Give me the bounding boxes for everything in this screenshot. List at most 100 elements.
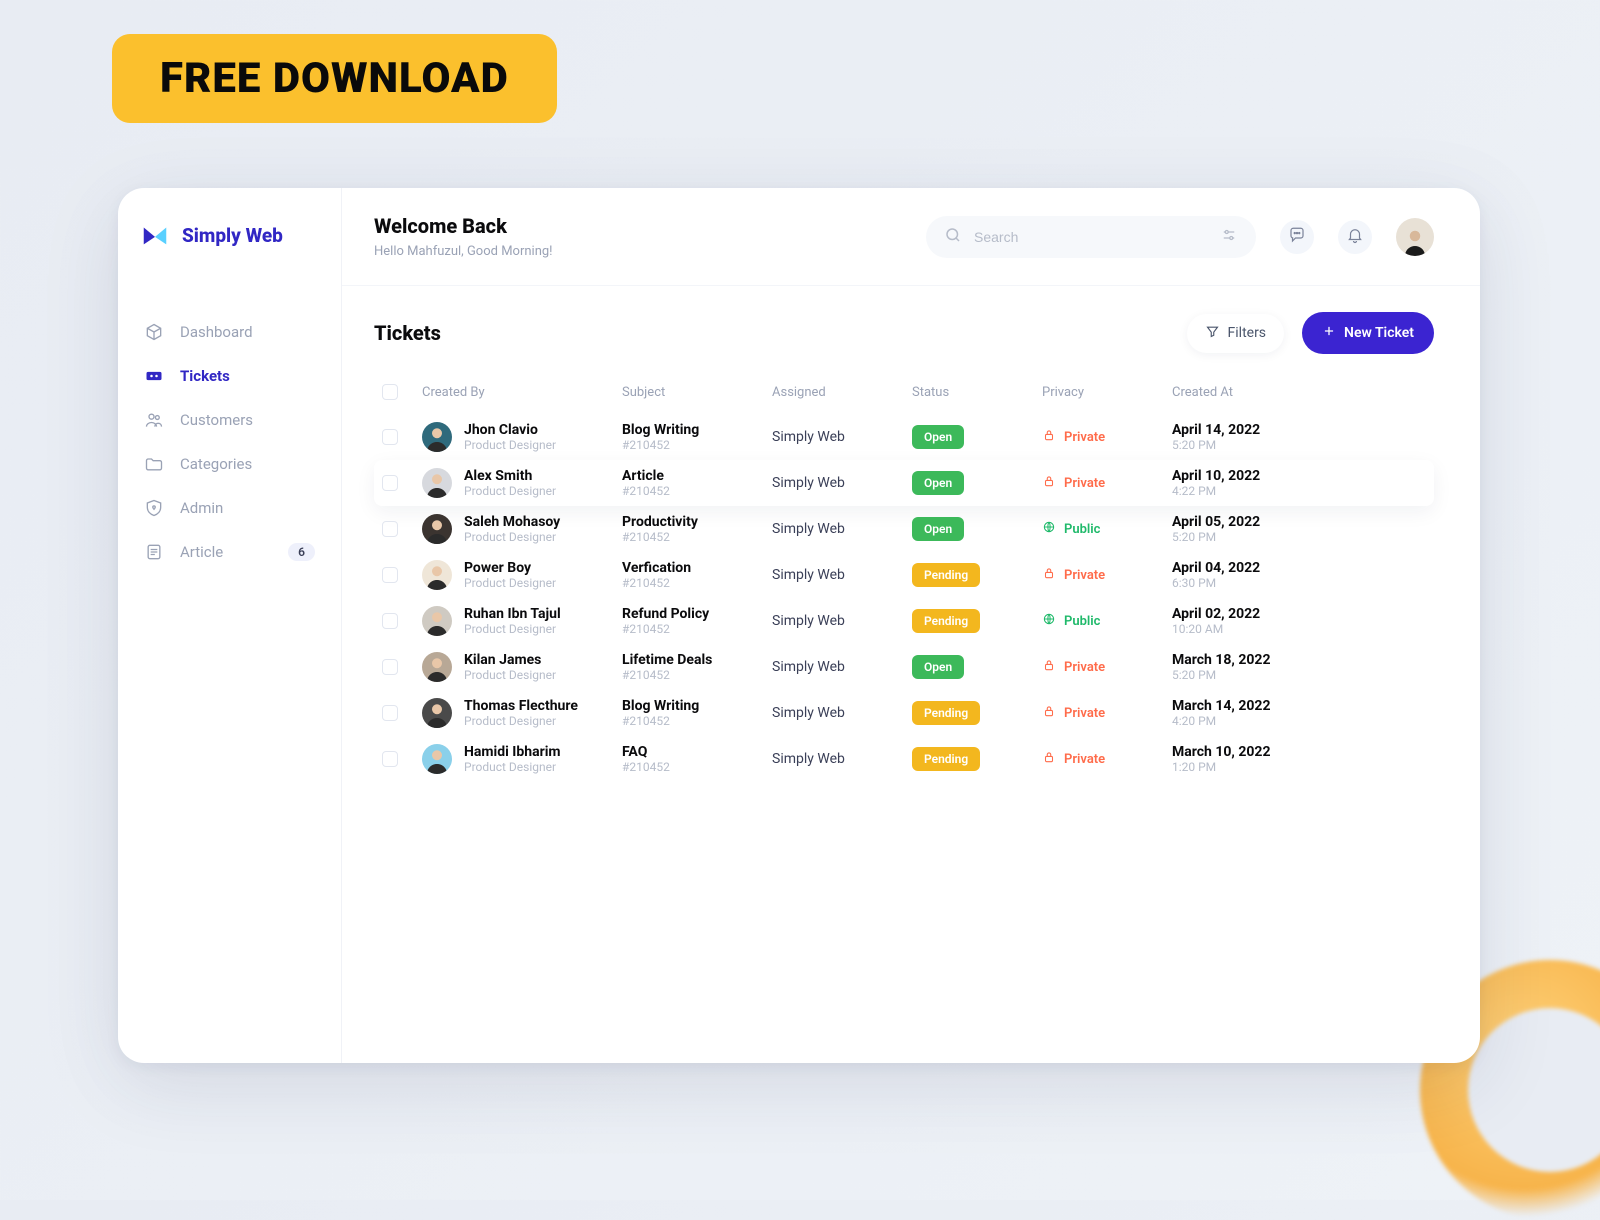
creator-role: Product Designer [464,484,556,498]
row-checkbox[interactable] [382,521,398,537]
subject-title: Lifetime Deals [622,652,772,668]
assigned-value: Simply Web [772,429,912,445]
chat-button[interactable] [1280,220,1314,254]
created-date: March 14, 2022 [1172,698,1426,714]
sidebar-item-label: Dashboard [180,323,253,341]
subject-title: Refund Policy [622,606,772,622]
sidebar-item-article[interactable]: Article 6 [140,530,319,574]
assigned-value: Simply Web [772,521,912,537]
app-frame: Simply Web Dashboard Tickets Customers C… [118,188,1480,1063]
row-checkbox[interactable] [382,659,398,675]
row-checkbox[interactable] [382,751,398,767]
filters-button[interactable]: Filters [1187,314,1285,353]
subject-id: #210452 [622,576,772,590]
created-time: 10:20 AM [1172,622,1426,636]
sidebar: Simply Web Dashboard Tickets Customers C… [118,188,342,1063]
subject-title: Verfication [622,560,772,576]
privacy-value: Private [1042,428,1172,446]
assigned-value: Simply Web [772,613,912,629]
status-badge: Pending [912,563,980,587]
header: Welcome Back Hello Mahfuzul, Good Mornin… [342,188,1480,286]
notifications-button[interactable] [1338,220,1372,254]
select-all-checkbox[interactable] [382,384,398,400]
status-badge: Pending [912,609,980,633]
subject-id: #210452 [622,530,772,544]
row-checkbox[interactable] [382,429,398,445]
table-row[interactable]: Power BoyProduct Designer Verfication#210… [374,552,1434,598]
table-row[interactable]: Kilan JamesProduct DesignerLifetime Deal… [374,644,1434,690]
table-row[interactable]: Ruhan Ibn TajulProduct DesignerRefund Po… [374,598,1434,644]
lock-icon [1042,750,1056,768]
main: Welcome Back Hello Mahfuzul, Good Mornin… [342,188,1480,1063]
document-icon [144,542,164,562]
sidebar-item-label: Article [180,543,223,561]
table-header: Created By Subject Assigned Status Priva… [374,370,1434,414]
sidebar-item-customers[interactable]: Customers [140,398,319,442]
creator-avatar [422,744,452,774]
sidebar-item-admin[interactable]: Admin [140,486,319,530]
table-row[interactable]: Hamidi IbharimProduct DesignerFAQ#210452… [374,736,1434,782]
status-badge: Open [912,471,964,495]
col-assigned[interactable]: Assigned [772,385,912,400]
creator-name: Jhon Clavio [464,422,556,438]
tickets-table: Created By Subject Assigned Status Priva… [374,370,1434,782]
creator-role: Product Designer [464,576,556,590]
globe-icon [1042,612,1056,630]
greeting: Welcome Back Hello Mahfuzul, Good Mornin… [374,214,553,259]
sidebar-badge: 6 [288,543,315,561]
creator-name: Thomas Flecthure [464,698,578,714]
subject-id: #210452 [622,622,772,636]
row-checkbox[interactable] [382,475,398,491]
new-ticket-button[interactable]: New Ticket [1302,312,1434,354]
privacy-value: Private [1042,658,1172,676]
table-row[interactable]: Alex SmithProduct DesignerArticle#210452… [374,460,1434,506]
privacy-value: Private [1042,566,1172,584]
created-time: 4:22 PM [1172,484,1426,498]
creator-name: Power Boy [464,560,556,576]
sliders-icon[interactable] [1220,226,1238,248]
col-created-by[interactable]: Created By [422,385,622,400]
row-checkbox[interactable] [382,705,398,721]
created-date: March 10, 2022 [1172,744,1426,760]
privacy-value: Public [1042,612,1172,630]
created-time: 6:30 PM [1172,576,1426,590]
col-created-at[interactable]: Created At [1172,385,1426,400]
created-date: April 02, 2022 [1172,606,1426,622]
creator-avatar [422,606,452,636]
table-row[interactable]: Thomas FlecthureProduct Designer Blog Wri… [374,690,1434,736]
search-box[interactable] [926,216,1256,258]
creator-role: Product Designer [464,622,561,636]
privacy-value: Private [1042,750,1172,768]
ticket-icon [144,366,164,386]
creator-role: Product Designer [464,714,578,728]
brand[interactable]: Simply Web [140,220,319,250]
assigned-value: Simply Web [772,567,912,583]
search-input[interactable] [974,229,1208,245]
col-privacy[interactable]: Privacy [1042,385,1172,400]
creator-name: Hamidi Ibharim [464,744,561,760]
creator-role: Product Designer [464,760,561,774]
row-checkbox[interactable] [382,613,398,629]
creator-role: Product Designer [464,530,560,544]
brand-name: Simply Web [182,224,283,247]
created-date: April 05, 2022 [1172,514,1426,530]
subject-id: #210452 [622,760,772,774]
page-title: Tickets [374,321,441,345]
subject-title: Blog Writing [622,698,772,714]
sidebar-item-dashboard[interactable]: Dashboard [140,310,319,354]
user-avatar[interactable] [1396,218,1434,256]
privacy-value: Private [1042,474,1172,492]
creator-avatar [422,422,452,452]
col-subject[interactable]: Subject [622,385,772,400]
lock-icon [1042,474,1056,492]
sidebar-item-tickets[interactable]: Tickets [140,354,319,398]
col-status[interactable]: Status [912,385,1042,400]
plus-icon [1322,324,1336,342]
sidebar-item-categories[interactable]: Categories [140,442,319,486]
row-checkbox[interactable] [382,567,398,583]
table-row[interactable]: Saleh MohasoyProduct DesignerProductivit… [374,506,1434,552]
sidebar-item-label: Customers [180,411,253,429]
sidebar-item-label: Tickets [180,367,230,385]
free-download-banner: FREE DOWNLOAD [112,34,557,123]
table-row[interactable]: Jhon ClavioProduct DesignerBlog Writing#… [374,414,1434,460]
